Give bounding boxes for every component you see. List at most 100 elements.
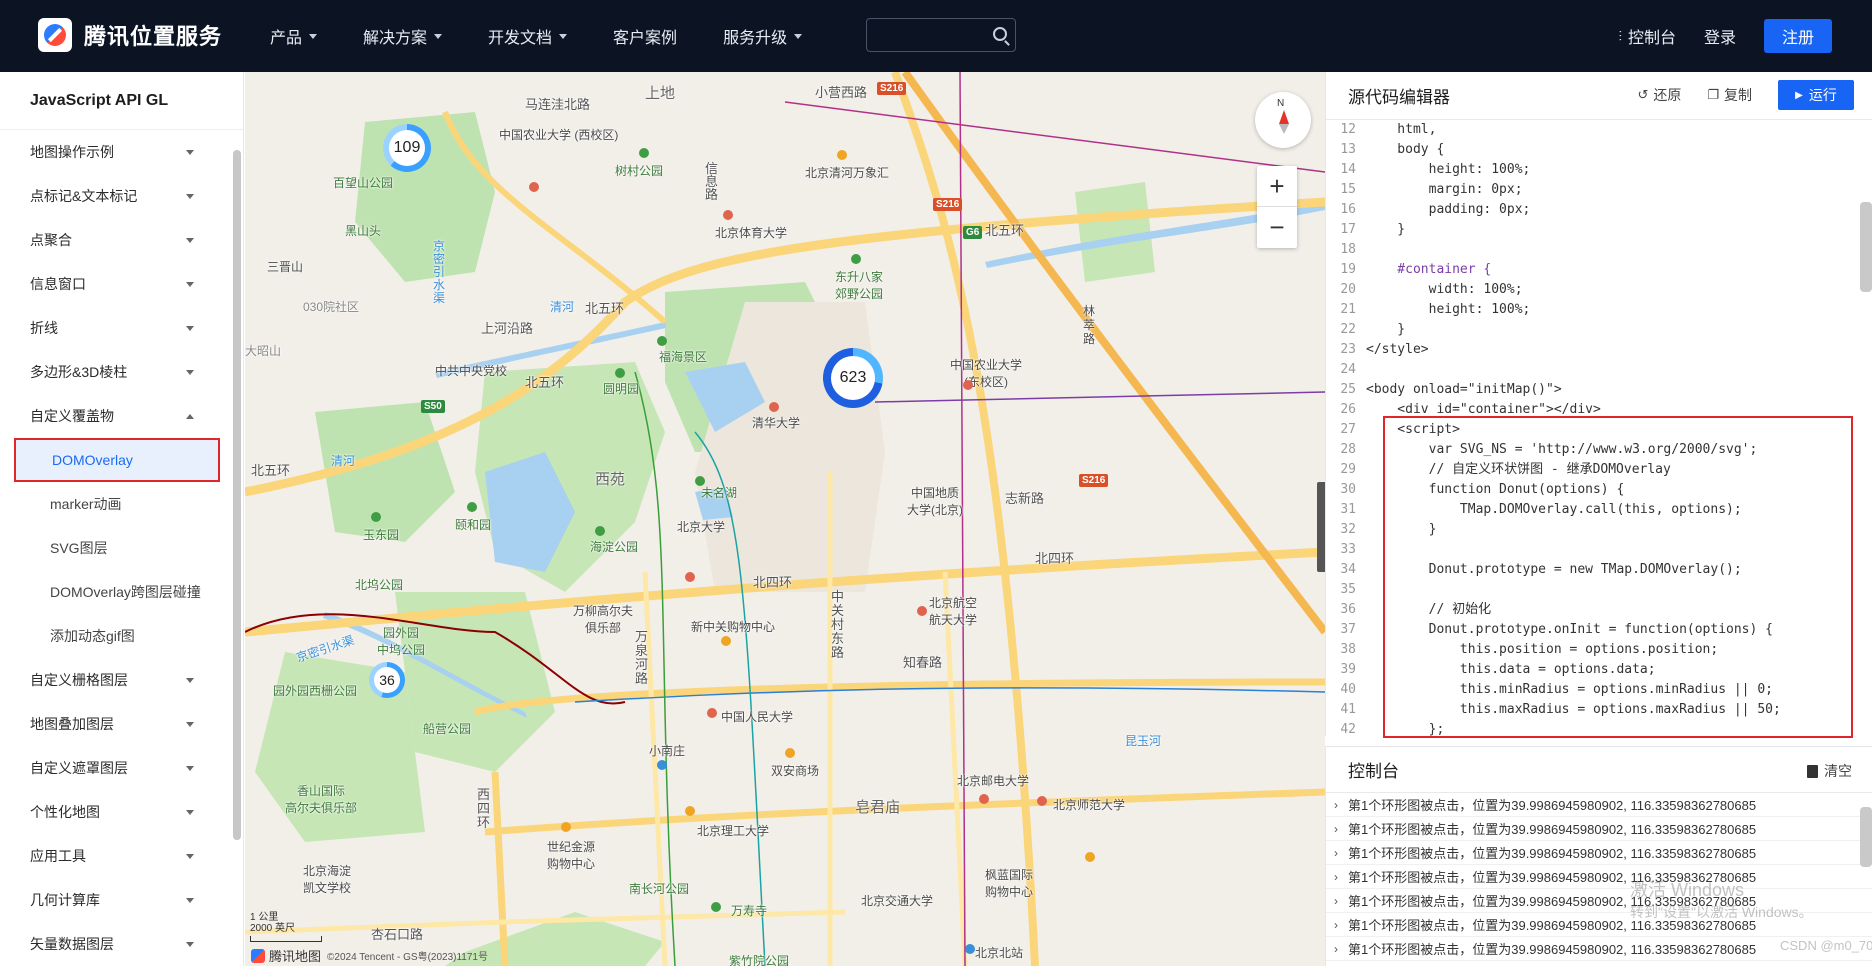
sidebar-item[interactable]: 几何计算库 [0,878,228,922]
poi-marker[interactable] [467,502,477,512]
road [474,678,1325,716]
poi-marker[interactable] [965,944,975,954]
poi-marker[interactable] [711,902,721,912]
console-log-entry[interactable]: › 第1个环形图被点击，位置为39.9986945980902, 116.3359… [1326,865,1872,889]
highway-shield: S50 [421,400,445,413]
poi-marker[interactable] [657,760,667,770]
poi-marker[interactable] [707,708,717,718]
map-canvas[interactable]: 上地 马连洼北路 中国农业大学 (西校区) 树村公园 信 息 路 北京清河万象汇… [245,72,1325,966]
menu-item-cases[interactable]: 客户案例 [613,24,677,48]
undo-icon: ↺ [1637,87,1649,102]
sidebar-subitem[interactable]: DOMOverlay跨图层碰撞 [0,570,228,614]
poi-marker[interactable] [979,794,989,804]
menu-item-upgrade[interactable]: 服务升级 [723,24,803,48]
donut-cluster-marker[interactable]: 623 [823,348,883,408]
donut-cluster-marker[interactable]: 36 [369,662,405,698]
map-label: 西苑 [595,471,626,488]
sidebar-item[interactable]: 多边形&3D棱柱 [0,350,228,394]
sidebar-scrollbar[interactable] [233,150,241,840]
sidebar-item[interactable]: 自定义栅格图层 [0,658,228,702]
sidebar-subitem[interactable]: SVG图层 [0,526,228,570]
sidebar-item[interactable]: 矢量数据图层 [0,922,228,966]
map-label: 中国农业大学 (东校区) [950,358,1023,389]
sidebar-item[interactable]: 应用工具 [0,834,228,878]
login-link[interactable]: 登录 [1704,24,1736,48]
menu-label: 产品 [270,30,303,47]
chevron-down-icon [186,765,194,771]
run-button[interactable]: ▶ 运行 [1778,80,1854,110]
console-log-entry[interactable]: › 第1个环形图被点击，位置为39.9986945980902, 116.3359… [1326,793,1872,817]
map-label: 玉东园 [363,528,400,542]
console-log-entry[interactable]: › 第1个环形图被点击，位置为39.9986945980902, 116.3359… [1326,817,1872,841]
sidebar-item[interactable]: 信息窗口 [0,262,228,306]
donut-cluster-marker[interactable]: 109 [383,124,431,172]
sidebar-subitem[interactable]: marker动画 [0,482,228,526]
sidebar-item-label: 地图叠加图层 [30,716,114,732]
poi-marker[interactable] [561,822,571,832]
poi-marker[interactable] [785,748,795,758]
poi-marker[interactable] [657,336,667,346]
sidebar-subitem-domoverlay[interactable]: DOMOverlay [14,438,220,482]
sidebar-item-custom-overlay[interactable]: 自定义覆盖物 [0,394,228,438]
editor-scrollbar[interactable] [1860,202,1872,292]
copy-icon: ❐ [1707,87,1719,102]
run-label: 运行 [1808,87,1837,103]
map-label: 颐和园 [455,518,492,532]
poi-marker[interactable] [639,148,649,158]
menu-item-products[interactable]: 产品 [270,24,318,48]
poi-marker[interactable] [1037,796,1047,806]
compass-needle-tail-icon [1279,124,1289,134]
poi-marker[interactable] [723,210,733,220]
poi-marker[interactable] [529,182,539,192]
search-icon[interactable] [993,27,1007,41]
map-attribution: 腾讯地图 ©2024 Tencent - GS粤(2023)1171号 [251,946,488,965]
register-button[interactable]: 注册 [1764,19,1832,53]
sidebar-item[interactable]: 点聚合 [0,218,228,262]
menu-item-docs[interactable]: 开发文档 [488,24,568,48]
sidebar-item[interactable]: 点标记&文本标记 [0,174,228,218]
zoom-out-button[interactable]: − [1257,207,1297,248]
line-number: 40 [1340,682,1356,697]
menu-item-solutions[interactable]: 解决方案 [363,24,443,48]
poi-marker[interactable] [917,606,927,616]
poi-marker[interactable] [685,806,695,816]
search-input[interactable] [867,19,987,49]
sidebar-item[interactable]: 折线 [0,306,228,350]
line-number: 31 [1340,502,1356,517]
clear-button[interactable]: 清空 [1807,761,1852,781]
poi-marker[interactable] [769,402,779,412]
brand[interactable]: 腾讯位置服务 [38,18,222,52]
poi-marker[interactable] [721,636,731,646]
poi-marker[interactable] [595,526,605,536]
poi-marker[interactable] [963,380,973,390]
poi-marker[interactable] [851,254,861,264]
poi-marker[interactable] [837,150,847,160]
copy-button[interactable]: ❐ 复制 [1707,85,1752,105]
zoom-in-button[interactable]: + [1257,166,1297,207]
sidebar-item[interactable]: 个性化地图 [0,790,228,834]
poi-marker[interactable] [371,512,381,522]
map-label: 南长河公园 [629,882,690,896]
sidebar-subitem[interactable]: 添加动态gif图 [0,614,228,658]
compass-control[interactable]: N [1255,92,1311,148]
console-scrollbar[interactable] [1860,807,1872,867]
map-label: 小营西路 [815,85,868,100]
chevron-right-icon: › [1334,869,1338,884]
highway-shield: S216 [877,82,907,95]
poi-marker[interactable] [685,572,695,582]
poi-marker[interactable] [1085,852,1095,862]
console-link[interactable]: ⫶ 控制台 [1618,24,1676,48]
sidebar-item-label: 自定义覆盖物 [30,408,114,424]
restore-button[interactable]: ↺ 还原 [1637,85,1681,105]
line-number: 25 [1340,382,1356,397]
panel-toggle-handle[interactable] [1317,482,1325,572]
poi-marker[interactable] [695,476,705,486]
console-log-entry[interactable]: › 第1个环形图被点击，位置为39.9986945980902, 116.3359… [1326,841,1872,865]
chevron-down-icon [186,281,194,287]
sidebar-item[interactable]: 地图叠加图层 [0,702,228,746]
poi-marker[interactable] [615,368,625,378]
chevron-down-icon [186,193,194,199]
log-text: 第1个环形图被点击，位置为39.9986945980902, 116.33598… [1348,942,1757,957]
sidebar-item[interactable]: 自定义遮罩图层 [0,746,228,790]
sidebar-item[interactable]: 地图操作示例 [0,130,228,174]
